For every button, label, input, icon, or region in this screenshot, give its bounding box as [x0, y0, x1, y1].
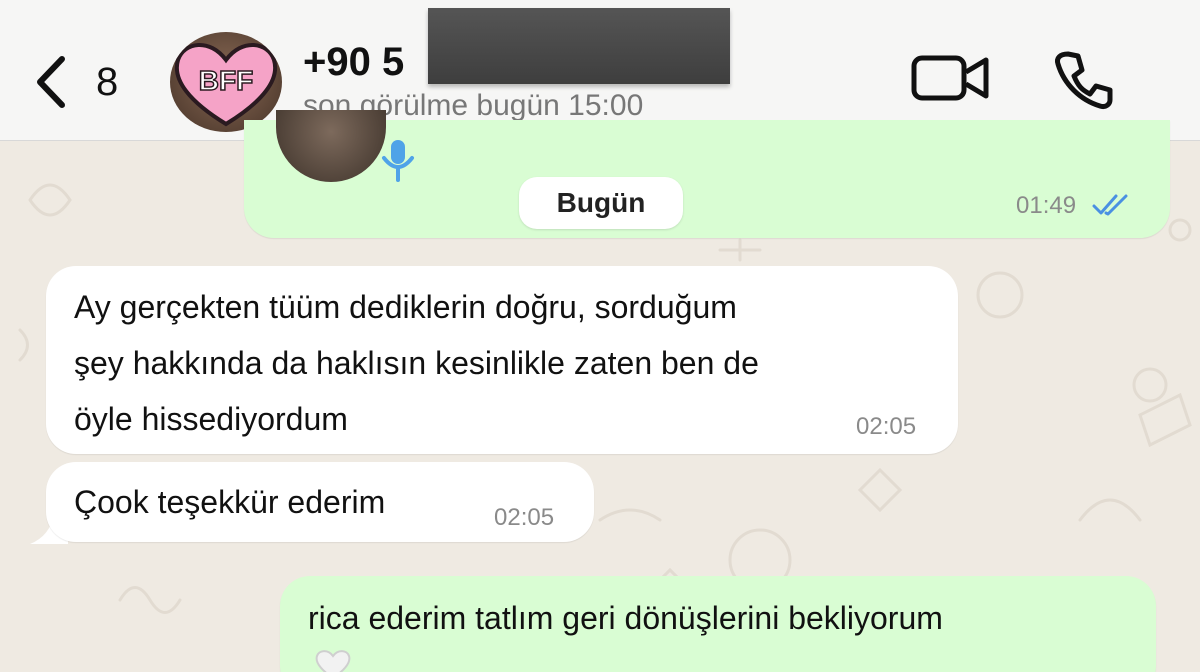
- message-time: 02:05: [494, 504, 555, 531]
- contact-name[interactable]: +90 5: [303, 40, 404, 85]
- message-text-line: öyle hissediyordum: [74, 401, 348, 437]
- double-check-icon: [1092, 194, 1128, 216]
- chevron-left-icon: [37, 56, 65, 108]
- message-text-line: Ay gerçekten tüüm dediklerin doğru, sord…: [74, 289, 737, 325]
- bff-heart-icon: BFF: [174, 43, 278, 127]
- incoming-message[interactable]: Ay gerçekten tüüm dediklerin doğru, sord…: [46, 266, 958, 454]
- avatar[interactable]: BFF: [170, 32, 282, 132]
- message-time: 01:49: [1016, 192, 1077, 219]
- message-text: Çook teşekkür ederim: [74, 484, 386, 520]
- outgoing-message[interactable]: rica ederim tatlım geri dönüşlerini bekl…: [280, 576, 1156, 672]
- message-time: 02:05: [856, 413, 917, 440]
- date-divider: Bugün: [519, 177, 683, 229]
- back-button[interactable]: 8: [30, 50, 140, 114]
- video-call-icon[interactable]: [910, 50, 990, 106]
- avatar-text: BFF: [199, 65, 253, 96]
- message-text: rica ederim tatlım geri dönüşlerini bekl…: [308, 600, 943, 636]
- incoming-message[interactable]: Çook teşekkür ederim 02:05: [46, 462, 594, 542]
- white-heart-icon: [315, 650, 351, 672]
- unread-count: 8: [96, 59, 119, 104]
- message-text-line: şey hakkında da haklısın kesinlikle zate…: [74, 345, 759, 381]
- redaction-box: [428, 8, 730, 84]
- microphone-icon: [382, 140, 414, 182]
- phone-icon[interactable]: [1052, 48, 1116, 112]
